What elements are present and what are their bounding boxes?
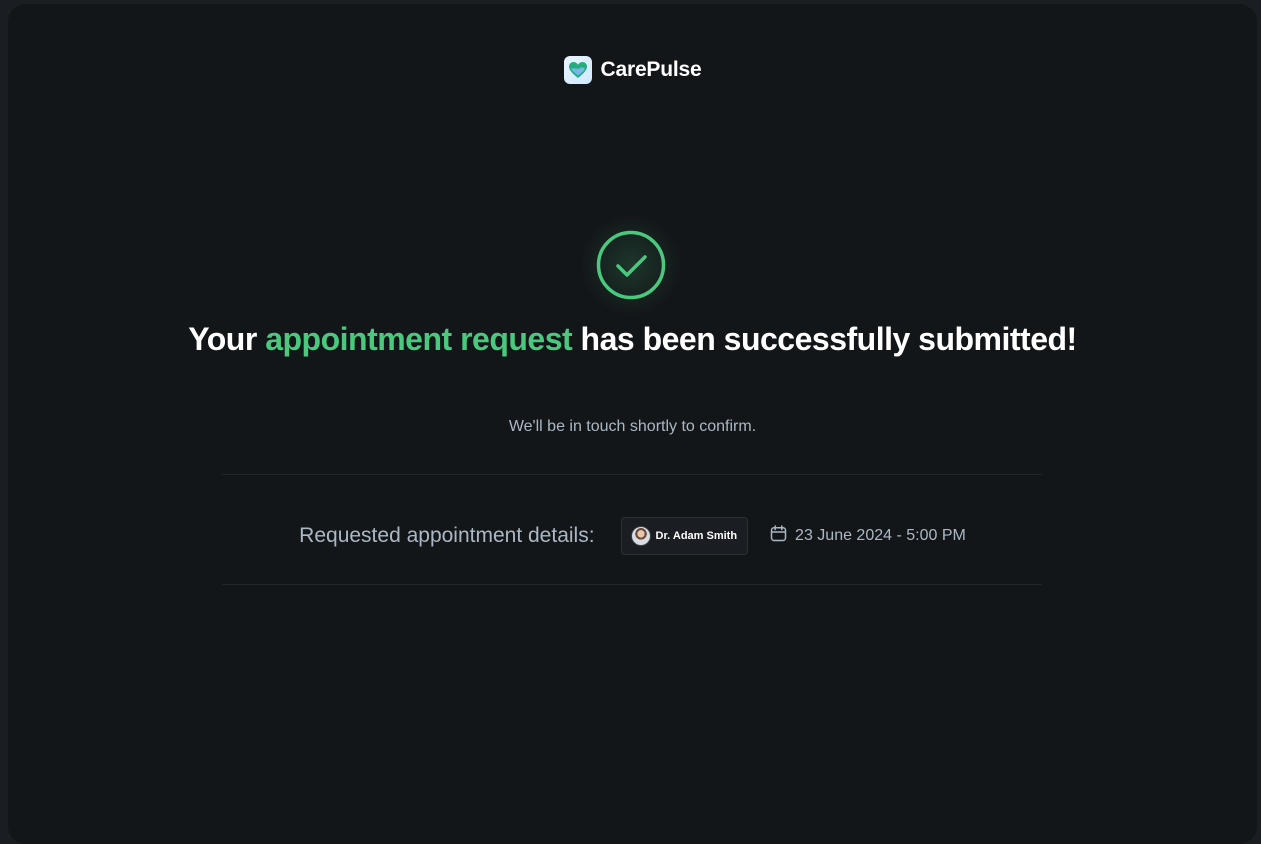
success-headline: Your appointment request has been succes…: [8, 320, 1257, 358]
brand-name: CarePulse: [600, 58, 702, 81]
appointment-datetime: 23 June 2024 - 5:00 PM: [770, 525, 966, 547]
app-window: CarePulse Your appointment request has b…: [8, 4, 1257, 844]
appointment-details: Requested appointment details: Dr. Adam …: [8, 512, 1257, 560]
doctor-avatar: [630, 526, 651, 546]
check-circle-icon: [594, 228, 668, 302]
heart-logo-icon: [563, 56, 592, 84]
headline-after: has been successfully submitted!: [572, 321, 1078, 357]
headline-before: Your: [188, 321, 266, 357]
divider-top: [222, 474, 1042, 475]
success-subtext: We'll be in touch shortly to confirm.: [508, 418, 757, 435]
divider-bottom: [222, 584, 1042, 585]
details-label: Requested appointment details:: [299, 524, 595, 547]
datetime-text: 23 June 2024 - 5:00 PM: [795, 527, 966, 544]
doctor-name: Dr. Adam Smith: [655, 530, 738, 542]
headline-accent: appointment request: [265, 321, 573, 357]
doctor-chip: Dr. Adam Smith: [620, 517, 749, 555]
brand-logo[interactable]: CarePulse: [8, 56, 1257, 84]
calendar-icon: [770, 525, 787, 547]
